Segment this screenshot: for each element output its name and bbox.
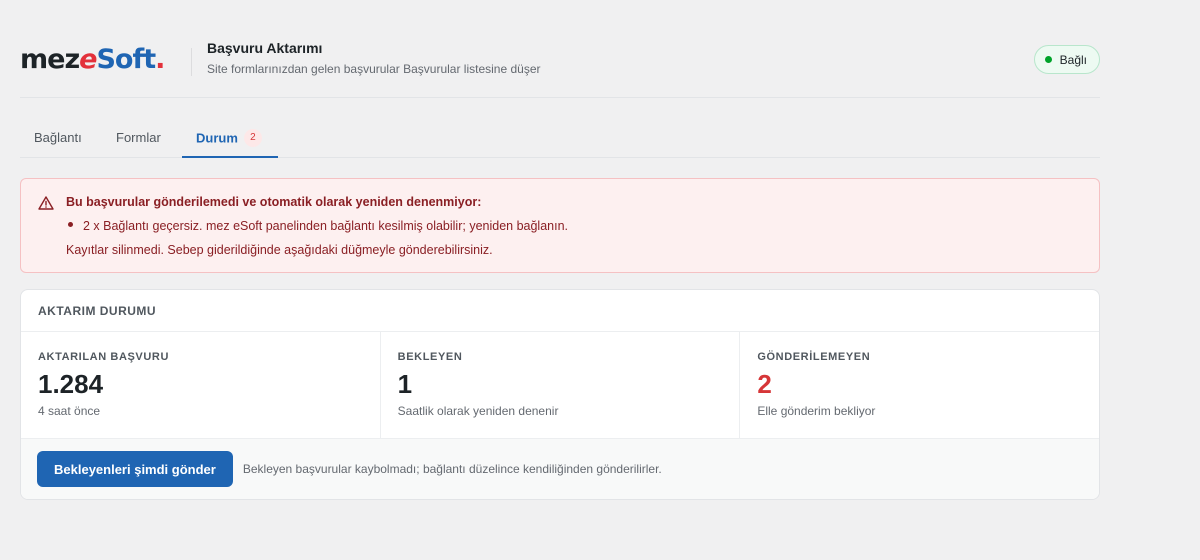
tab-formlar[interactable]: Formlar bbox=[116, 119, 161, 158]
status-label: Bağlı bbox=[1059, 52, 1087, 67]
stat-subtext: Saatlik olarak yeniden denenir bbox=[397, 404, 559, 418]
brand-logo: mezeSoft. bbox=[20, 44, 165, 76]
tab-bar: Bağlantı Formlar Durum 2 bbox=[20, 119, 1100, 158]
stat-failed: GÖNDERİLEMEYEN 2 Elle gönderim bekliyor bbox=[740, 332, 1099, 438]
alert-note: Kayıtlar silinmedi. Sebep giderildiğinde… bbox=[66, 243, 493, 257]
stat-label: BEKLEYEN bbox=[397, 351, 463, 363]
logo-text-e: e bbox=[79, 44, 97, 75]
stat-transferred: AKTARILAN BAŞVURU 1.284 4 saat önce bbox=[21, 332, 381, 438]
stat-value: 1.284 bbox=[38, 369, 104, 399]
stat-subtext: 4 saat önce bbox=[38, 404, 101, 418]
status-dot-icon bbox=[1044, 56, 1052, 63]
header-divider bbox=[191, 48, 192, 76]
stat-pending: BEKLEYEN 1 Saatlik olarak yeniden deneni… bbox=[381, 332, 741, 438]
tab-label: Bağlantı bbox=[34, 130, 82, 145]
tab-count-badge: 2 bbox=[243, 129, 262, 147]
card-footer: Bekleyenleri şimdi gönder Bekleyen başvu… bbox=[21, 439, 1099, 499]
alert-title: Bu başvurular gönderilemedi ve otomatik … bbox=[66, 195, 482, 209]
tab-baglanti[interactable]: Bağlantı bbox=[34, 119, 82, 158]
stats-row: AKTARILAN BAŞVURU 1.284 4 saat önce BEKL… bbox=[21, 332, 1099, 439]
stat-label: GÖNDERİLEMEYEN bbox=[757, 351, 871, 363]
tab-durum[interactable]: Durum 2 bbox=[182, 119, 278, 158]
alert-list: 2 x Bağlantı geçersiz. mez eSoft panelin… bbox=[83, 219, 568, 233]
page-subtitle: Site formlarınızdan gelen başvurular Baş… bbox=[207, 62, 541, 76]
page-header: mezeSoft. Başvuru Aktarımı Site formları… bbox=[20, 0, 1100, 98]
page-title: Başvuru Aktarımı bbox=[207, 40, 323, 56]
transfer-status-card: AKTARIM DURUMU AKTARILAN BAŞVURU 1.284 4… bbox=[20, 289, 1100, 500]
page: mezeSoft. Başvuru Aktarımı Site formları… bbox=[20, 0, 1100, 500]
card-title: AKTARIM DURUMU bbox=[21, 290, 1099, 332]
tab-label: Durum bbox=[196, 130, 238, 146]
send-pending-button[interactable]: Bekleyenleri şimdi gönder bbox=[37, 451, 233, 487]
footer-note: Bekleyen başvurular kaybolmadı; bağlantı… bbox=[242, 462, 662, 476]
tab-label: Formlar bbox=[116, 130, 161, 145]
stat-subtext: Elle gönderim bekliyor bbox=[757, 404, 876, 418]
logo-text-dot: . bbox=[155, 44, 165, 75]
alert-list-item: 2 x Bağlantı geçersiz. mez eSoft panelin… bbox=[83, 219, 569, 233]
logo-text-mez: mez bbox=[20, 44, 80, 75]
stat-label: AKTARILAN BAŞVURU bbox=[38, 351, 169, 363]
warning-icon bbox=[38, 196, 54, 210]
connection-status-badge: Bağlı bbox=[1033, 45, 1100, 74]
logo-text-soft: Soft bbox=[96, 44, 156, 75]
error-alert: Bu başvurular gönderilemedi ve otomatik … bbox=[20, 178, 1100, 273]
stat-value: 2 bbox=[757, 369, 772, 399]
stat-value: 1 bbox=[397, 369, 413, 399]
